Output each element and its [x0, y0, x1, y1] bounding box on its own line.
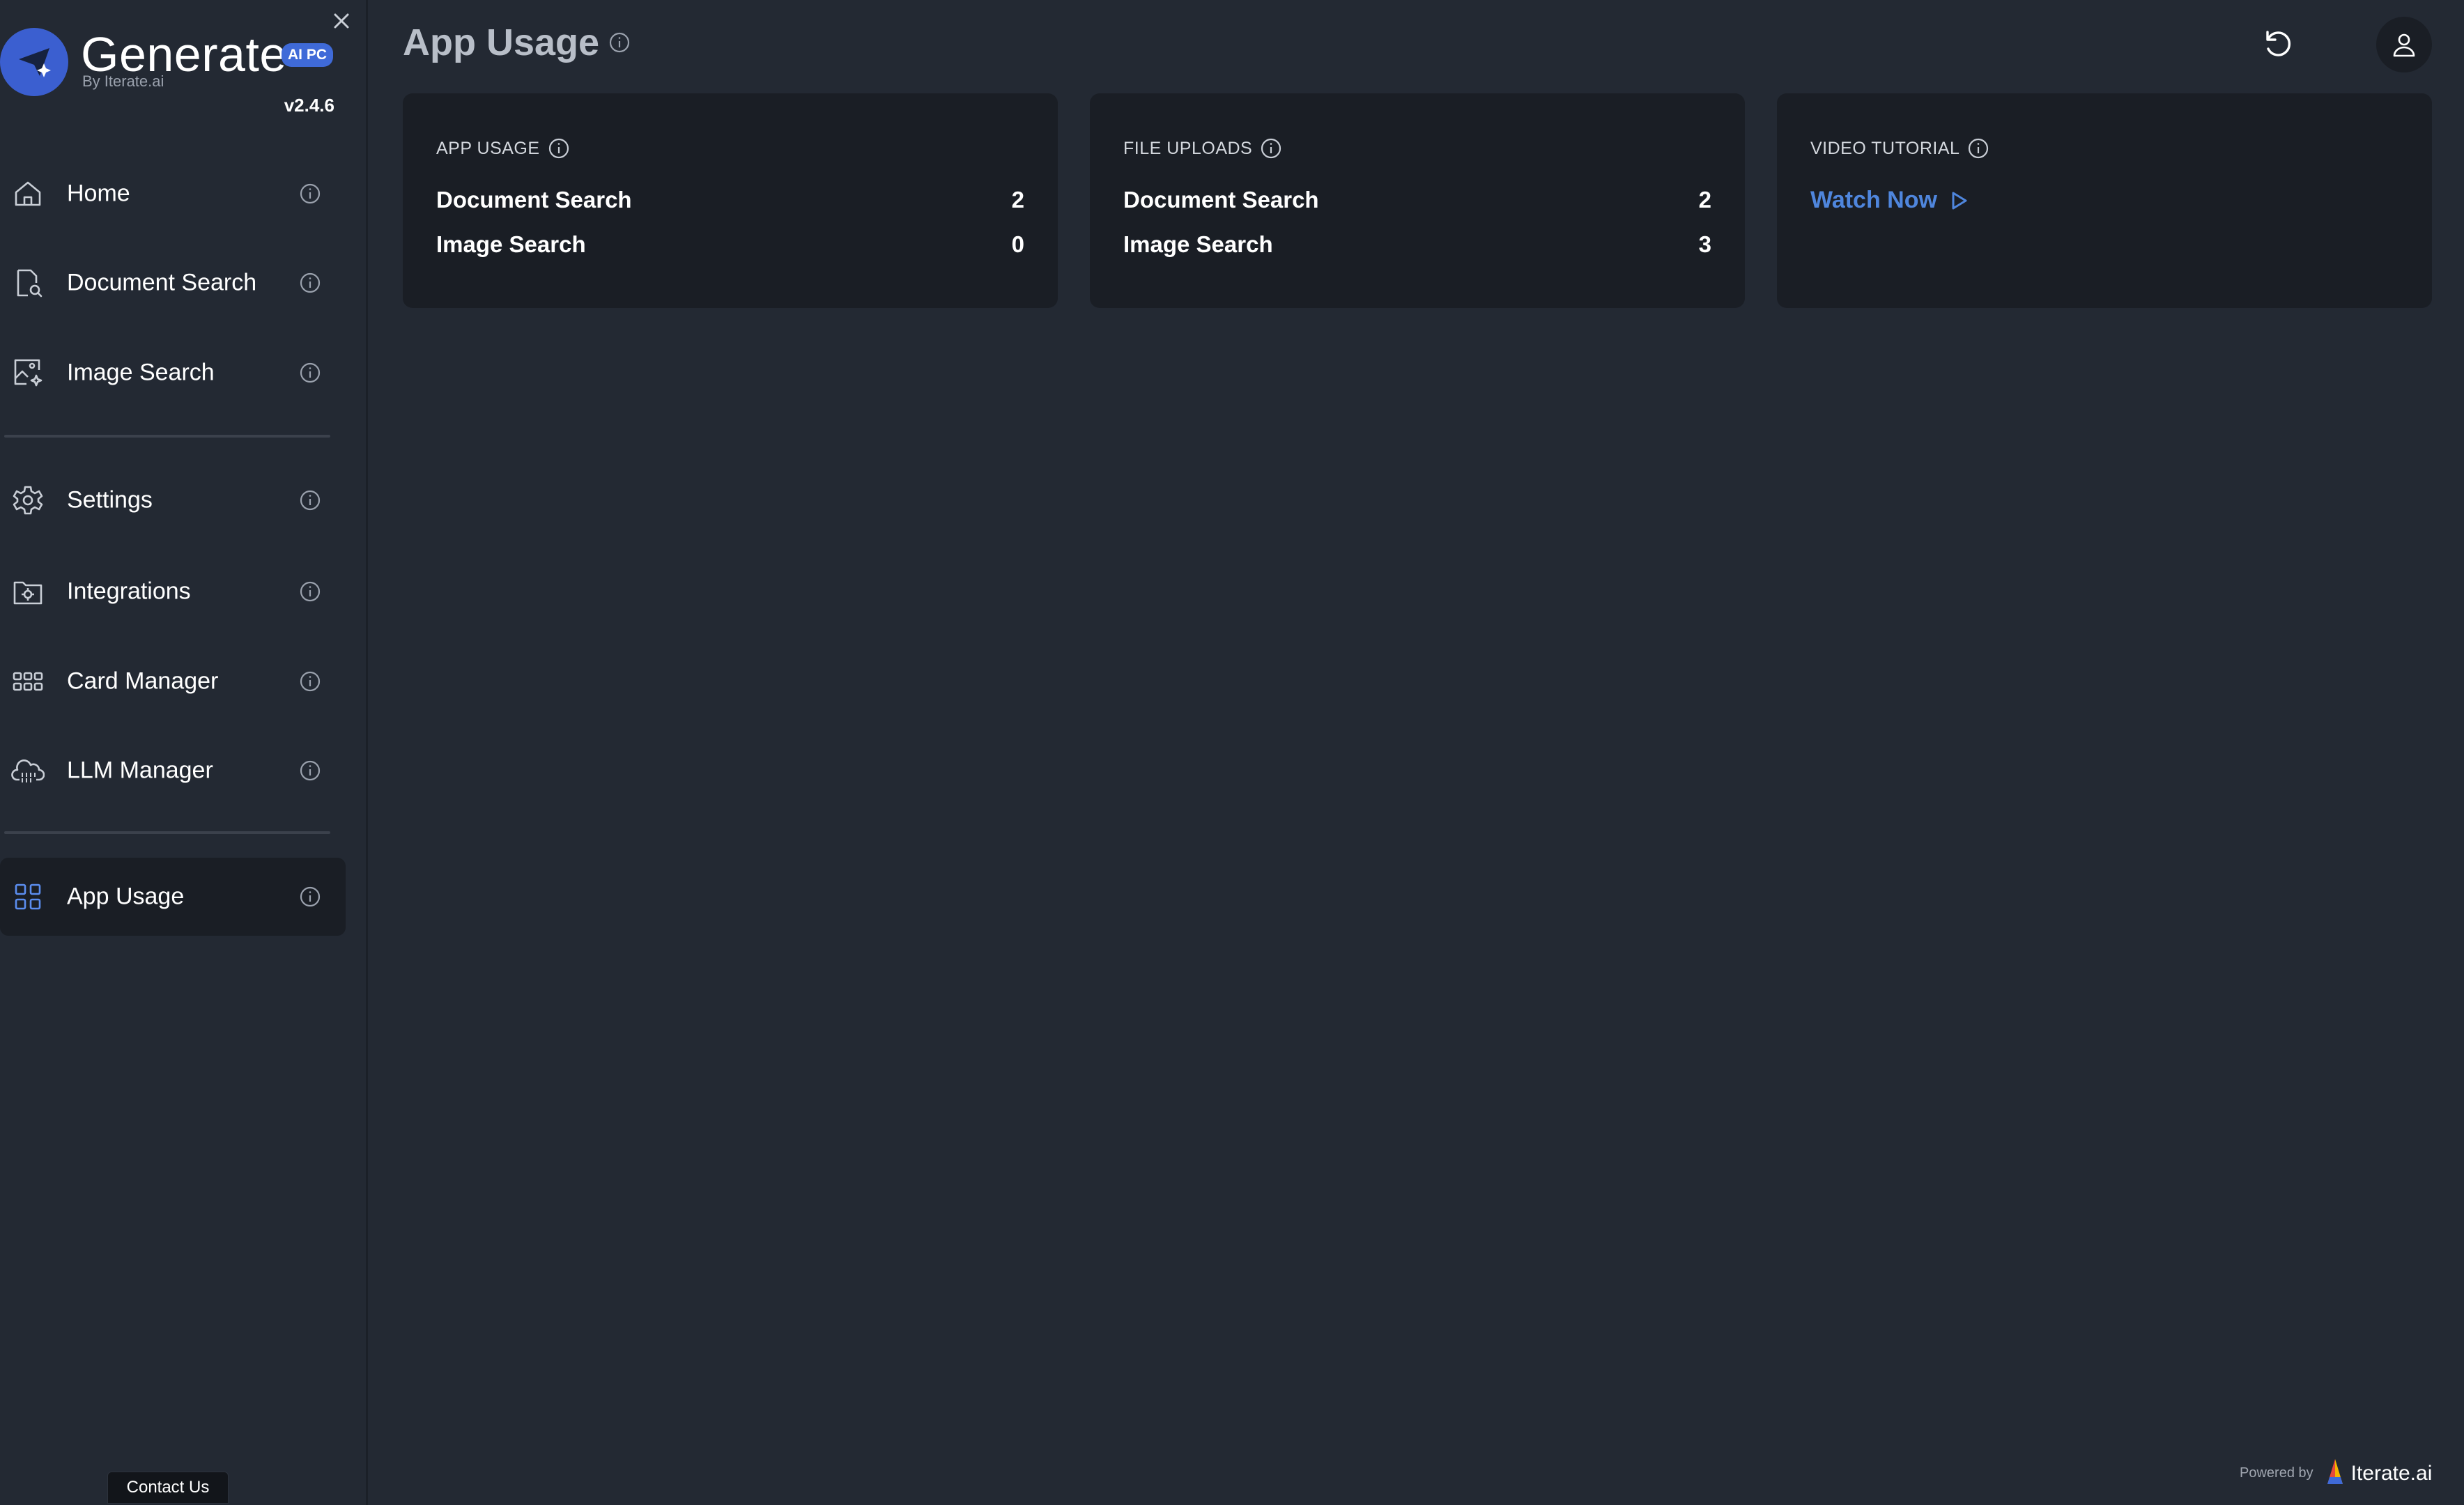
uploads-label: Document Search [1123, 187, 1319, 213]
sidebar-item-label: Integrations [67, 578, 191, 605]
sidebar-item-label: Document Search [67, 269, 257, 296]
uploads-count: 3 [1698, 231, 1711, 257]
home-icon [10, 176, 46, 212]
info-icon[interactable] [297, 180, 323, 207]
info-icon[interactable] [297, 578, 323, 605]
info-icon[interactable] [547, 137, 571, 160]
sidebar-item-image-search[interactable]: Image Search [0, 334, 346, 412]
sidebar-item-llm-manager[interactable]: LLM Manager [0, 732, 346, 810]
info-icon[interactable] [1966, 137, 1990, 160]
usage-label: Document Search [436, 187, 632, 213]
page-title: App Usage [403, 21, 631, 64]
sidebar-item-home[interactable]: Home [0, 155, 346, 233]
info-icon[interactable] [297, 270, 323, 296]
dashboard-icon [10, 879, 46, 915]
powered-by: Powered by Iterate.ai [2240, 1456, 2432, 1490]
generate-logo-icon [0, 28, 68, 96]
image-search-icon [10, 355, 46, 391]
gear-icon [10, 482, 46, 518]
play-icon [1947, 189, 1971, 213]
card-heading: VIDEO TUTORIAL [1810, 137, 1990, 160]
usage-count: 2 [1011, 187, 1024, 213]
usage-row-document-search: Document Search 2 [436, 187, 1024, 213]
app-usage-card: APP USAGE Document Search 2 Image Search… [403, 93, 1058, 308]
info-icon[interactable] [1259, 137, 1283, 160]
iterate-logo-icon [2323, 1456, 2347, 1490]
cloud-icon [10, 752, 46, 789]
info-icon[interactable] [297, 668, 323, 695]
file-uploads-card: FILE UPLOADS Document Search 2 Image Sea… [1090, 93, 1745, 308]
sidebar-divider [4, 831, 330, 834]
sidebar-item-label: Card Manager [67, 667, 219, 695]
powered-by-label: Powered by [2240, 1465, 2313, 1481]
usage-row-image-search: Image Search 0 [436, 231, 1024, 258]
uploads-count: 2 [1698, 187, 1711, 213]
info-icon[interactable] [297, 487, 323, 514]
page-title-text: App Usage [403, 22, 600, 63]
usage-label: Image Search [436, 231, 586, 257]
app-version: v2.4.6 [284, 95, 334, 116]
brand-badge: AI PC [282, 43, 334, 67]
info-icon[interactable] [297, 757, 323, 784]
sidebar-item-label: Settings [67, 486, 153, 514]
grid-icon [10, 663, 46, 700]
user-profile-button[interactable] [2376, 17, 2432, 72]
uploads-row-image-search: Image Search 3 [1123, 231, 1711, 258]
watch-now-label: Watch Now [1810, 187, 1937, 213]
card-heading-text: APP USAGE [436, 138, 540, 158]
sidebar-divider [4, 435, 330, 438]
document-search-icon [10, 265, 46, 301]
powered-by-brand: Iterate.ai [2350, 1461, 2433, 1485]
usage-count: 0 [1011, 231, 1024, 257]
user-icon [2393, 33, 2415, 57]
watch-now-link[interactable]: Watch Now [1810, 187, 1971, 214]
card-heading-text: VIDEO TUTORIAL [1810, 138, 1960, 158]
sidebar-item-integrations[interactable]: Integrations [0, 553, 346, 631]
uploads-row-document-search: Document Search 2 [1123, 187, 1711, 213]
info-icon[interactable] [608, 31, 631, 54]
sidebar-item-app-usage[interactable]: App Usage [0, 858, 346, 936]
brand-by-line: By Iterate.ai [82, 72, 164, 90]
sidebar-item-label: LLM Manager [67, 757, 213, 784]
sidebar-item-label: App Usage [67, 883, 185, 910]
video-tutorial-card: VIDEO TUTORIAL Watch Now [1777, 93, 2432, 308]
uploads-label: Image Search [1123, 231, 1273, 257]
brand-header: Generate AI PC By Iterate.ai v2.4.6 [0, 25, 368, 123]
sidebar-item-label: Image Search [67, 359, 215, 386]
card-heading-text: FILE UPLOADS [1123, 138, 1253, 158]
sidebar: Generate AI PC By Iterate.ai v2.4.6 Home… [0, 0, 368, 1505]
sidebar-item-settings[interactable]: Settings [0, 461, 346, 539]
sidebar-item-document-search[interactable]: Document Search [0, 244, 346, 322]
integrations-icon [10, 573, 46, 610]
card-heading: APP USAGE [436, 137, 571, 160]
refresh-button[interactable] [2258, 24, 2298, 64]
card-heading: FILE UPLOADS [1123, 137, 1283, 160]
info-icon[interactable] [297, 360, 323, 386]
close-sidebar-button[interactable] [328, 7, 355, 35]
contact-us-button[interactable]: Contact Us [107, 1472, 229, 1504]
sidebar-item-label: Home [67, 180, 130, 207]
close-icon [334, 13, 349, 29]
refresh-icon [2266, 31, 2291, 56]
sidebar-item-card-manager[interactable]: Card Manager [0, 642, 346, 720]
info-icon[interactable] [297, 883, 323, 910]
